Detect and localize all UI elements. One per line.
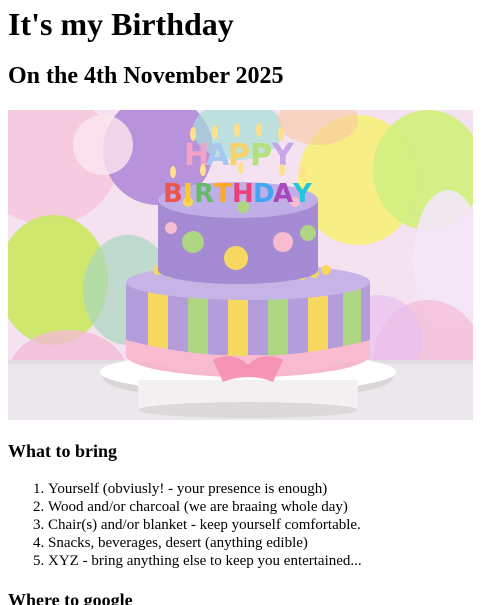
svg-text:I: I	[183, 179, 193, 209]
what-to-bring-heading: What to bring	[8, 441, 118, 461]
svg-text:A: A	[206, 138, 230, 173]
svg-text:A: A	[273, 179, 293, 209]
list-item: Chair(s) and/or blanket - keep yourself …	[48, 516, 362, 534]
page: It's my Birthday On the 4th November 202…	[0, 0, 483, 605]
list-item: XYZ - bring anything else to keep you en…	[48, 552, 362, 570]
bring-list: Yourself (obviusly! - your presence is e…	[8, 480, 362, 570]
page-title: It's my Birthday	[8, 6, 234, 42]
what-to-bring-section: What to bring	[8, 440, 117, 462]
svg-text:Y: Y	[292, 179, 313, 209]
list-item: Snacks, beverages, desert (anything edib…	[48, 534, 362, 552]
svg-text:B: B	[163, 179, 183, 209]
page-subtitle: On the 4th November 2025	[8, 63, 284, 89]
svg-text:D: D	[253, 179, 275, 209]
list-item: Wood and/or charcoal (we are braaing who…	[48, 498, 362, 516]
svg-text:P: P	[250, 138, 272, 173]
where-to-google-heading: Where to google	[8, 590, 133, 605]
svg-text:T: T	[214, 179, 232, 209]
svg-text:R: R	[194, 179, 214, 209]
svg-text:H: H	[232, 179, 254, 209]
birthday-cake-image: H A P P Y B I R T H D A Y	[8, 110, 473, 420]
list-item: Yourself (obviusly! - your presence is e…	[48, 480, 362, 498]
where-to-google-section: Where to google	[8, 589, 133, 605]
